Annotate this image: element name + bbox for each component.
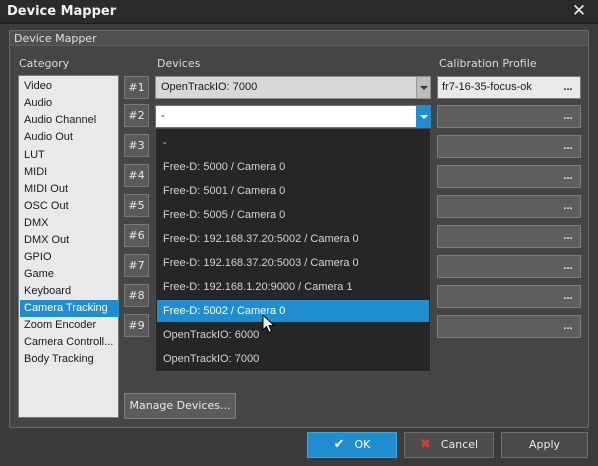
slot-button-3[interactable]: #3 (124, 134, 149, 157)
category-item-audio-channel[interactable]: Audio Channel (20, 112, 119, 129)
window-title: Device Mapper (7, 4, 117, 19)
calibration-field-1[interactable]: fr7-16-35-focus-ok ... (437, 76, 581, 99)
browse-button[interactable]: ... (559, 196, 577, 217)
dropdown-option[interactable]: OpenTrackIO: 7000 (157, 348, 429, 370)
category-item-audio[interactable]: Audio (20, 95, 119, 112)
category-item-dmx-out[interactable]: DMX Out (20, 232, 119, 249)
calibration-column-label: Calibration Profile (439, 57, 537, 70)
device-select-1[interactable]: OpenTrackIO: 7000 (155, 76, 431, 99)
calibration-field-5[interactable]: ... (437, 195, 581, 218)
browse-button[interactable]: ... (559, 316, 577, 337)
cross-icon: ✖ (419, 437, 431, 452)
check-icon: ✔ (333, 437, 345, 452)
dropdown-option[interactable]: Free-D: 5000 / Camera 0 (157, 156, 429, 178)
dropdown-option[interactable]: Free-D: 5001 / Camera 0 (157, 180, 429, 202)
dropdown-option[interactable]: OpenTrackIO: 6000 (157, 324, 429, 346)
browse-button[interactable]: ... (559, 226, 577, 247)
chevron-down-icon[interactable] (416, 106, 430, 127)
category-item-zoom-encoder[interactable]: Zoom Encoder (20, 317, 119, 334)
calibration-field-2[interactable]: ... (437, 105, 581, 128)
dropdown-option-highlighted[interactable]: Free-D: 5002 / Camera 0 (157, 300, 429, 322)
group-title: Device Mapper (10, 31, 588, 46)
device-select-1-value: OpenTrackIO: 7000 (161, 81, 258, 93)
cancel-label: Cancel (440, 438, 479, 451)
calibration-value-1: fr7-16-35-focus-ok (442, 81, 532, 93)
slot-button-9[interactable]: #9 (124, 314, 149, 337)
slot-button-1[interactable]: #1 (124, 76, 149, 99)
dropdown-option[interactable]: Free-D: 192.168.1.20:9000 / Camera 1 (157, 276, 429, 298)
device-select-2[interactable]: - (155, 105, 431, 128)
browse-button[interactable]: ... (559, 256, 577, 277)
slot-button-2[interactable]: #2 (124, 104, 149, 127)
category-item-osc-out[interactable]: OSC Out (20, 198, 119, 215)
category-item-camera-controller[interactable]: Camera Controll... (20, 334, 119, 351)
calibration-field-7[interactable]: ... (437, 255, 581, 278)
cancel-button[interactable]: ✖ Cancel (404, 432, 494, 458)
slot-button-7[interactable]: #7 (124, 254, 149, 277)
chevron-down-icon[interactable] (416, 77, 430, 98)
slot-button-5[interactable]: #5 (124, 194, 149, 217)
calibration-field-4[interactable]: ... (437, 165, 581, 188)
title-bar: Device Mapper ✕ (0, 0, 598, 24)
slot-button-4[interactable]: #4 (124, 164, 149, 187)
slot-button-6[interactable]: #6 (124, 224, 149, 247)
browse-button[interactable]: ... (559, 136, 577, 157)
category-column-label: Category (19, 57, 70, 70)
calibration-field-3[interactable]: ... (437, 135, 581, 158)
device-select-2-value: - (161, 110, 165, 122)
category-item-body-tracking[interactable]: Body Tracking (20, 351, 119, 368)
browse-button[interactable]: ... (559, 77, 577, 98)
category-item-midi-out[interactable]: MIDI Out (20, 181, 119, 198)
slot-button-8[interactable]: #8 (124, 284, 149, 307)
category-item-audio-out[interactable]: Audio Out (20, 129, 119, 146)
category-item-lut[interactable]: LUT (20, 147, 119, 164)
ok-label: OK (354, 438, 371, 451)
browse-button[interactable]: ... (559, 166, 577, 187)
dropdown-option[interactable]: Free-D: 192.168.37.20:5002 / Camera 0 (157, 228, 429, 250)
device-dropdown-list[interactable]: - Free-D: 5000 / Camera 0 Free-D: 5001 /… (155, 128, 431, 372)
category-item-video[interactable]: Video (20, 78, 119, 95)
calibration-field-6[interactable]: ... (437, 225, 581, 248)
dropdown-option[interactable]: Free-D: 5005 / Camera 0 (157, 204, 429, 226)
browse-button[interactable]: ... (559, 286, 577, 307)
ok-button[interactable]: ✔ OK (307, 432, 397, 458)
calibration-field-8[interactable]: ... (437, 285, 581, 308)
dropdown-option[interactable]: Free-D: 192.168.37.20:5003 / Camera 0 (157, 252, 429, 274)
browse-button[interactable]: ... (559, 106, 577, 127)
manage-devices-button[interactable]: Manage Devices... (124, 393, 236, 419)
category-list[interactable]: Video Audio Audio Channel Audio Out LUT … (18, 75, 119, 418)
close-icon[interactable]: ✕ (570, 2, 588, 20)
calibration-field-9[interactable]: ... (437, 315, 581, 338)
category-item-gpio[interactable]: GPIO (20, 249, 119, 266)
category-item-dmx[interactable]: DMX (20, 215, 119, 232)
category-item-keyboard[interactable]: Keyboard (20, 283, 119, 300)
dropdown-option[interactable]: - (157, 132, 429, 154)
category-item-midi[interactable]: MIDI (20, 164, 119, 181)
category-item-camera-tracking[interactable]: Camera Tracking (20, 300, 119, 317)
mouse-cursor-icon (262, 314, 276, 334)
devices-column-label: Devices (157, 57, 201, 70)
apply-button[interactable]: Apply (501, 432, 588, 458)
category-item-game[interactable]: Game (20, 266, 119, 283)
